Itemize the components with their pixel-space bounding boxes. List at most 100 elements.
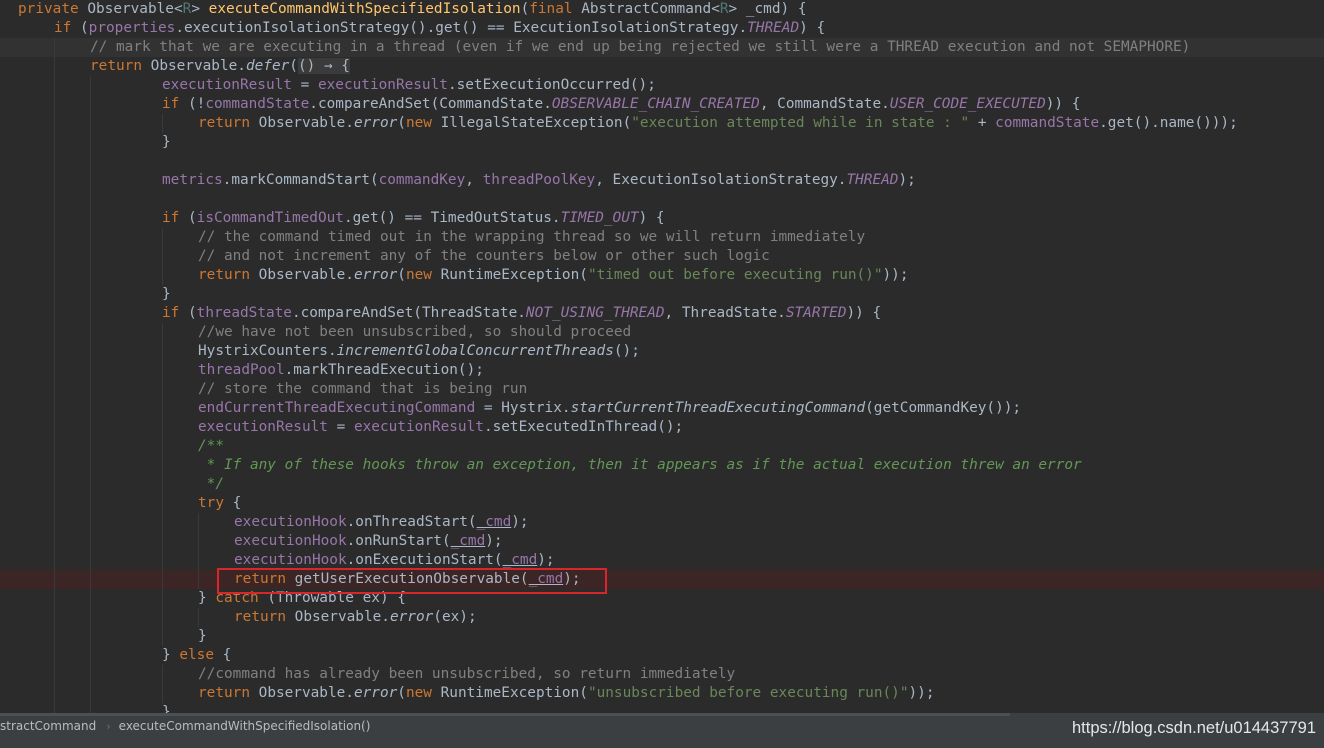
code-token: ) { [638, 210, 665, 226]
indent-guide [90, 646, 91, 665]
code-token: , ExecutionIsolationStrategy. [595, 172, 847, 188]
code-line[interactable]: } else { [0, 646, 1324, 665]
code-token: .onRunStart( [346, 533, 451, 549]
code-line[interactable]: // the command timed out in the wrapping… [0, 228, 1324, 247]
indent-guide [54, 380, 55, 399]
code-line[interactable]: // and not increment any of the counters… [0, 247, 1324, 266]
indent-guide [54, 57, 55, 76]
keyword: private [18, 1, 79, 17]
code-line[interactable]: return Observable.error(new RuntimeExcep… [0, 266, 1324, 285]
code-comment: // the command timed out in the wrapping… [198, 229, 866, 245]
indent-guide [90, 627, 91, 646]
code-line-current[interactable]: // mark that we are executing in a threa… [0, 38, 1324, 57]
code-line[interactable] [0, 190, 1324, 209]
indent-guide [54, 418, 55, 437]
indent-guide [54, 228, 55, 247]
keyword: else [179, 647, 214, 663]
breadcrumb-class[interactable]: stractCommand [0, 717, 96, 735]
code-line[interactable]: if (threadState.compareAndSet(ThreadStat… [0, 304, 1324, 323]
indent-guide [162, 456, 163, 475]
code-line[interactable]: metrics.markCommandStart(commandKey, thr… [0, 171, 1324, 190]
code-line[interactable]: return Observable.defer(() → { [0, 57, 1324, 76]
code-line[interactable]: if (!commandState.compareAndSet(CommandS… [0, 95, 1324, 114]
field: isCommandTimedOut [196, 210, 344, 226]
code-line[interactable]: } [0, 627, 1324, 646]
indent-guide [90, 323, 91, 342]
code-line[interactable]: if (isCommandTimedOut.get() == TimedOutS… [0, 209, 1324, 228]
code-token: (ex); [433, 609, 477, 625]
code-line[interactable]: return Observable.error(new IllegalState… [0, 114, 1324, 133]
code-line[interactable]: if (properties.executionIsolationStrateg… [0, 19, 1324, 38]
code-token: ( [188, 305, 197, 321]
type-name: AbstractCommand< [581, 1, 720, 17]
string-literal: "timed out before executing run()" [587, 267, 883, 283]
code-line[interactable]: threadPool.markThreadExecution(); [0, 361, 1324, 380]
indent-guide [90, 475, 91, 494]
code-token: )); [882, 267, 909, 283]
indent-guide [198, 551, 199, 570]
code-token: HystrixCounters. [198, 343, 337, 359]
code-line[interactable]: executionResult = executionResult.setExe… [0, 418, 1324, 437]
code-token: ); [537, 552, 555, 568]
code-line[interactable]: * If any of these hooks throw an excepti… [0, 456, 1324, 475]
code-line[interactable]: executionHook.onThreadStart(_cmd); [0, 513, 1324, 532]
indent-guide [54, 551, 55, 570]
code-line[interactable]: //we have not been unsubscribed, so shou… [0, 323, 1324, 342]
code-comment: //we have not been unsubscribed, so shou… [198, 324, 632, 340]
code-line[interactable]: } [0, 703, 1324, 713]
indent-guide [90, 285, 91, 304]
code-line[interactable]: executionResult = executionResult.setExe… [0, 76, 1324, 95]
code-line[interactable]: /** [0, 437, 1324, 456]
code-line[interactable]: executionHook.onRunStart(_cmd); [0, 532, 1324, 551]
code-token: ( [289, 58, 298, 74]
field: threadPool [198, 362, 285, 378]
indent-guide [54, 646, 55, 665]
code-line-breakpoint[interactable]: return getUserExecutionObservable(_cmd); [0, 570, 1324, 589]
doc-comment: /** [198, 438, 224, 454]
field: executionHook [234, 533, 347, 549]
code-token: Observable. [258, 115, 354, 131]
indent-guide [162, 589, 163, 608]
indent-guide [162, 437, 163, 456]
code-token: .compareAndSet(CommandState. [309, 96, 552, 112]
code-editor[interactable]: private Observable<R> executeCommandWith… [0, 0, 1324, 713]
indent-guide [54, 266, 55, 285]
indent-guide [54, 76, 55, 95]
code-line[interactable]: // store the command that is being run [0, 380, 1324, 399]
indent-guide [54, 627, 55, 646]
code-token: , [465, 172, 483, 188]
keyword: if [162, 305, 180, 321]
lambda-fold[interactable]: () → { [297, 58, 350, 74]
code-token: ( [397, 685, 406, 701]
code-line[interactable]: return Observable.error(new RuntimeExcep… [0, 684, 1324, 703]
code-line[interactable]: return Observable.error(ex); [0, 608, 1324, 627]
indent-guide [90, 437, 91, 456]
code-token: ( [397, 115, 406, 131]
code-line[interactable]: executionHook.onExecutionStart(_cmd); [0, 551, 1324, 570]
keyword: final [529, 1, 573, 17]
indent-guide [54, 494, 55, 513]
code-line[interactable]: HystrixCounters.incrementGlobalConcurren… [0, 342, 1324, 361]
chevron-right-icon: › [106, 720, 111, 733]
indent-guide [162, 684, 163, 703]
code-line[interactable] [0, 152, 1324, 171]
horizontal-scrollbar[interactable] [0, 713, 1010, 716]
keyword: if [162, 96, 180, 112]
indent-guide [90, 703, 91, 713]
code-line[interactable]: } [0, 133, 1324, 152]
code-line[interactable]: try { [0, 494, 1324, 513]
indent-guide [54, 247, 55, 266]
code-line[interactable]: } catch (Throwable ex) { [0, 589, 1324, 608]
indent-guide [54, 171, 55, 190]
code-line[interactable]: //command has already been unsubscribed,… [0, 665, 1324, 684]
breadcrumb-method[interactable]: executeCommandWithSpecifiedIsolation() [119, 717, 371, 735]
indent-guide [90, 570, 91, 589]
code-line[interactable]: */ [0, 475, 1324, 494]
indent-guide [90, 247, 91, 266]
code-line[interactable]: endCurrentThreadExecutingCommand = Hystr… [0, 399, 1324, 418]
code-token: ( [188, 210, 197, 226]
code-line[interactable]: private Observable<R> executeCommandWith… [0, 0, 1324, 19]
code-line[interactable]: } [0, 285, 1324, 304]
keyword: try [198, 495, 224, 511]
code-token: ( [397, 267, 406, 283]
